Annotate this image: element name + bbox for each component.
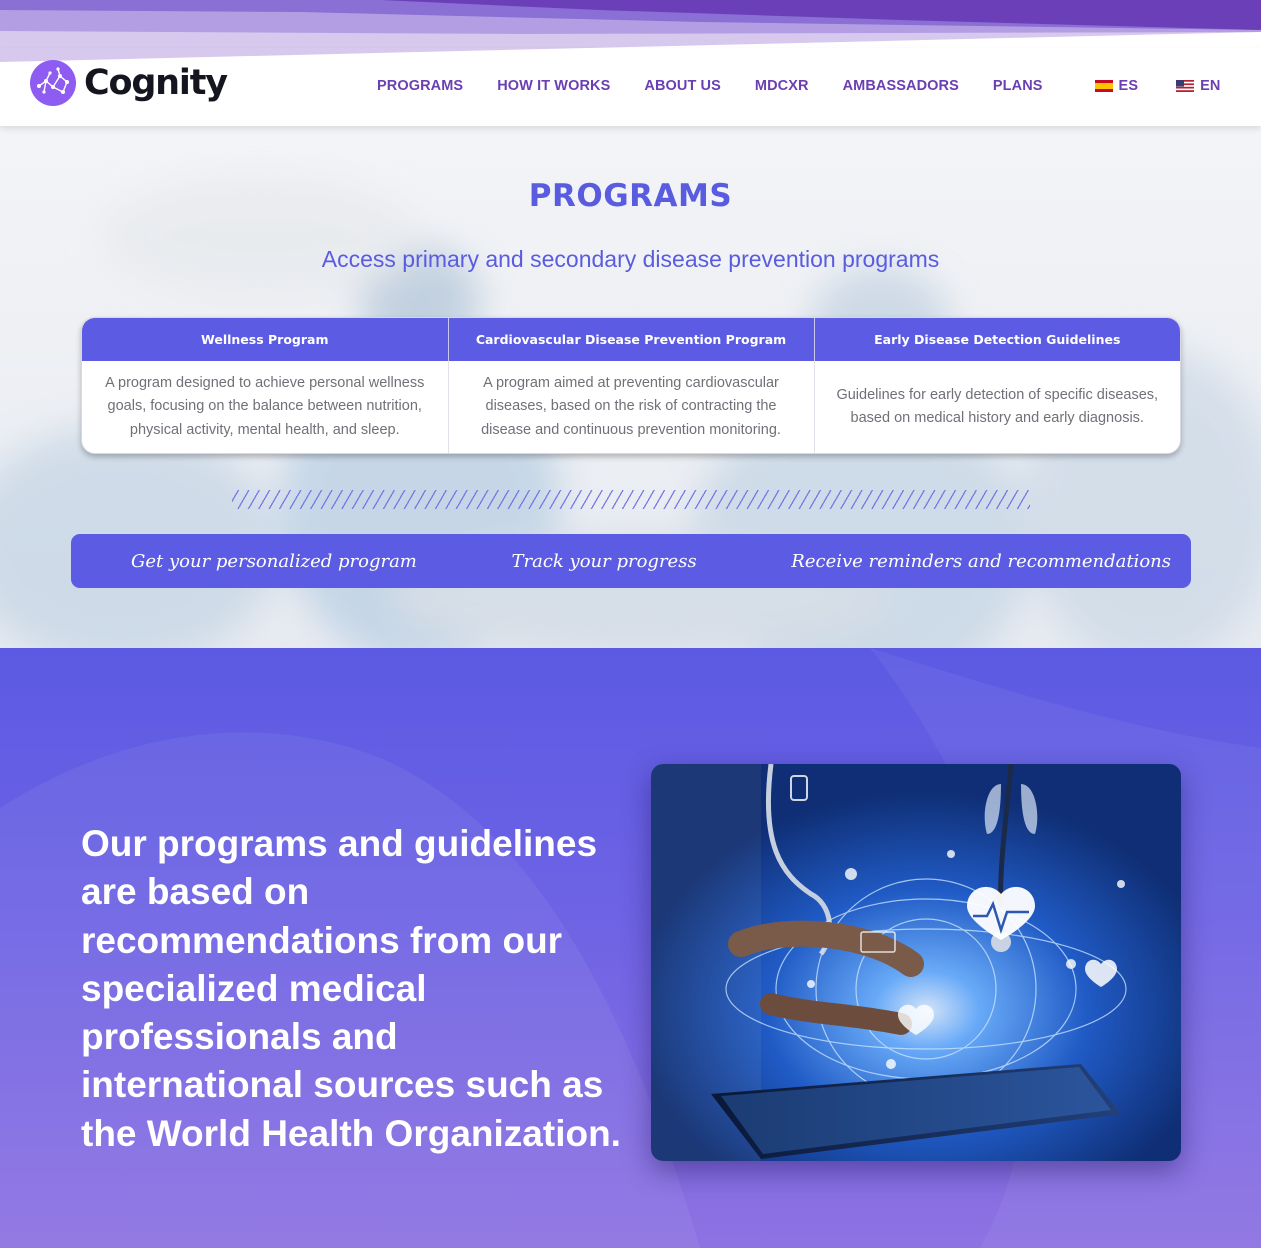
table-header-cardiovascular: Cardiovascular Disease Prevention Progra… <box>448 318 815 361</box>
language-es-label: ES <box>1118 78 1139 94</box>
step-track-progress: Track your progress <box>511 550 697 572</box>
logo[interactable]: Cognity <box>30 60 228 106</box>
language-en-label: EN <box>1200 78 1221 94</box>
table-row: A program designed to achieve personal w… <box>82 361 1180 453</box>
site-header: Cognity PROGRAMS HOW IT WORKS ABOUT US M… <box>0 48 1261 126</box>
nav-item-programs[interactable]: PROGRAMS <box>377 78 463 94</box>
guidelines-statement: Our programs and guidelines are based on… <box>81 823 621 1154</box>
doctor-with-digital-health-tablet-image <box>651 764 1181 1161</box>
table-cell-cardiovascular: A program aimed at preventing cardiovasc… <box>448 361 815 453</box>
nav-item-ambassadors[interactable]: AMBASSADORS <box>843 78 959 94</box>
steps-bar: Get your personalized program Track your… <box>71 534 1191 588</box>
programs-title: PROGRAMS <box>528 178 733 214</box>
nav-item-plans[interactable]: PLANS <box>993 78 1043 94</box>
table-cell-wellness: A program designed to achieve personal w… <box>82 361 449 453</box>
main-nav: PROGRAMS HOW IT WORKS ABOUT US MDCXR AMB… <box>377 78 1220 94</box>
step-personalized-program: Get your personalized program <box>131 550 417 572</box>
table-cell-early-detection: Guidelines for early detection of specif… <box>836 386 1159 427</box>
programs-section: PROGRAMS Access primary and secondary di… <box>0 126 1261 648</box>
language-en-link[interactable]: EN <box>1176 78 1220 94</box>
nav-item-how-it-works[interactable]: HOW IT WORKS <box>497 78 610 94</box>
programs-subtitle: Access primary and secondary disease pre… <box>321 246 940 272</box>
table-header-early-detection: Early Disease Detection Guidelines <box>814 318 1180 361</box>
logo-text: Cognity <box>84 63 228 103</box>
table-header-wellness: Wellness Program <box>82 318 449 361</box>
decorative-stripes <box>232 490 1030 509</box>
spain-flag-icon <box>1094 80 1113 92</box>
language-es-link[interactable]: ES <box>1094 78 1139 94</box>
guidelines-info-section: Our programs and guidelines are based on… <box>0 648 1261 1248</box>
nav-item-mdcxr[interactable]: MDCXR <box>755 78 809 94</box>
constellation-logo-icon <box>30 60 76 106</box>
us-flag-icon <box>1176 80 1195 92</box>
nav-item-about-us[interactable]: ABOUT US <box>644 78 721 94</box>
programs-table: Wellness Program Cardiovascular Disease … <box>81 317 1181 454</box>
step-reminders: Receive reminders and recommendations <box>791 550 1171 572</box>
